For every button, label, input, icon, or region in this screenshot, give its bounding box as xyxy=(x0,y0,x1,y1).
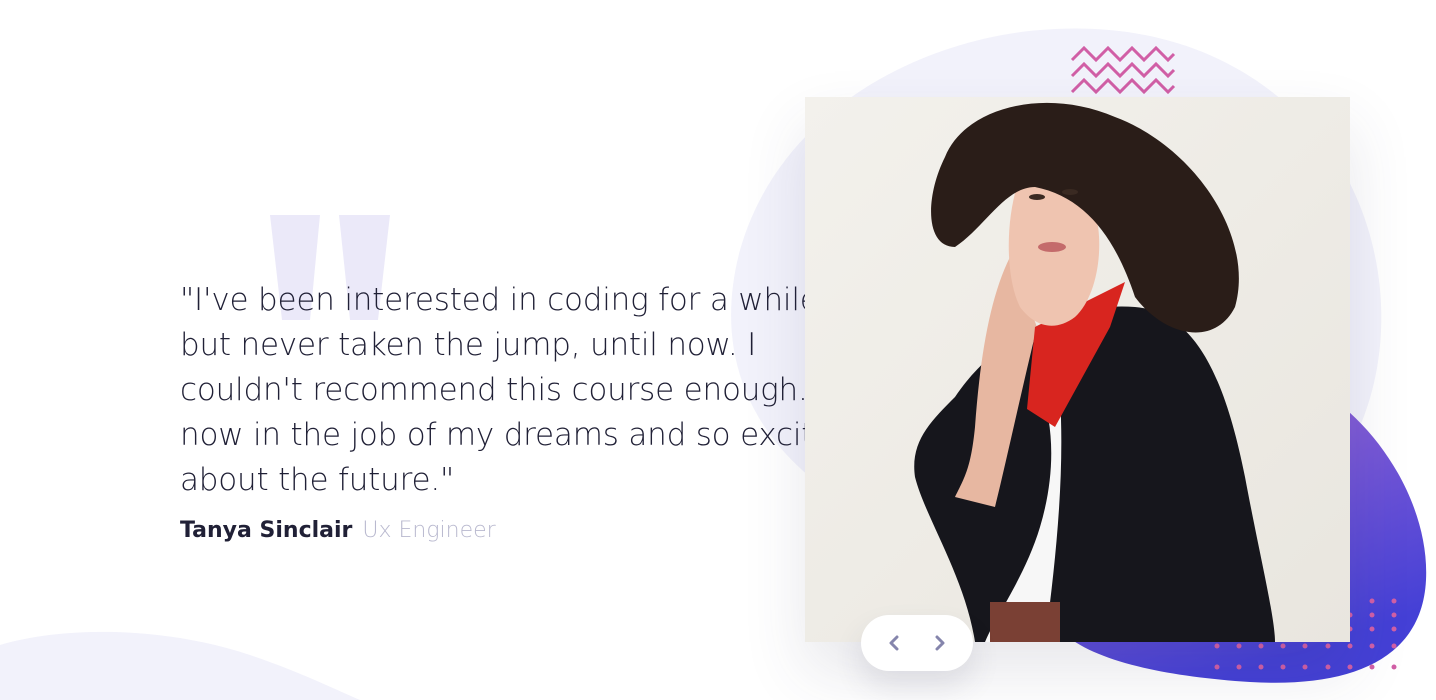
chevron-right-icon xyxy=(935,635,945,651)
author-photo xyxy=(805,97,1350,642)
prev-button[interactable] xyxy=(874,623,914,663)
zigzag-decoration xyxy=(1070,45,1176,95)
author-name: Tanya Sinclair xyxy=(180,518,353,543)
chevron-left-icon xyxy=(889,635,899,651)
testimonial-author: Tanya Sinclair Ux Engineer xyxy=(180,518,496,543)
testimonial-quote: "I've been interested in coding for a wh… xyxy=(180,282,865,498)
background-blob-bottom-left xyxy=(0,631,360,700)
slider-nav xyxy=(861,615,973,671)
author-role: Ux Engineer xyxy=(362,518,496,543)
next-button[interactable] xyxy=(920,623,960,663)
